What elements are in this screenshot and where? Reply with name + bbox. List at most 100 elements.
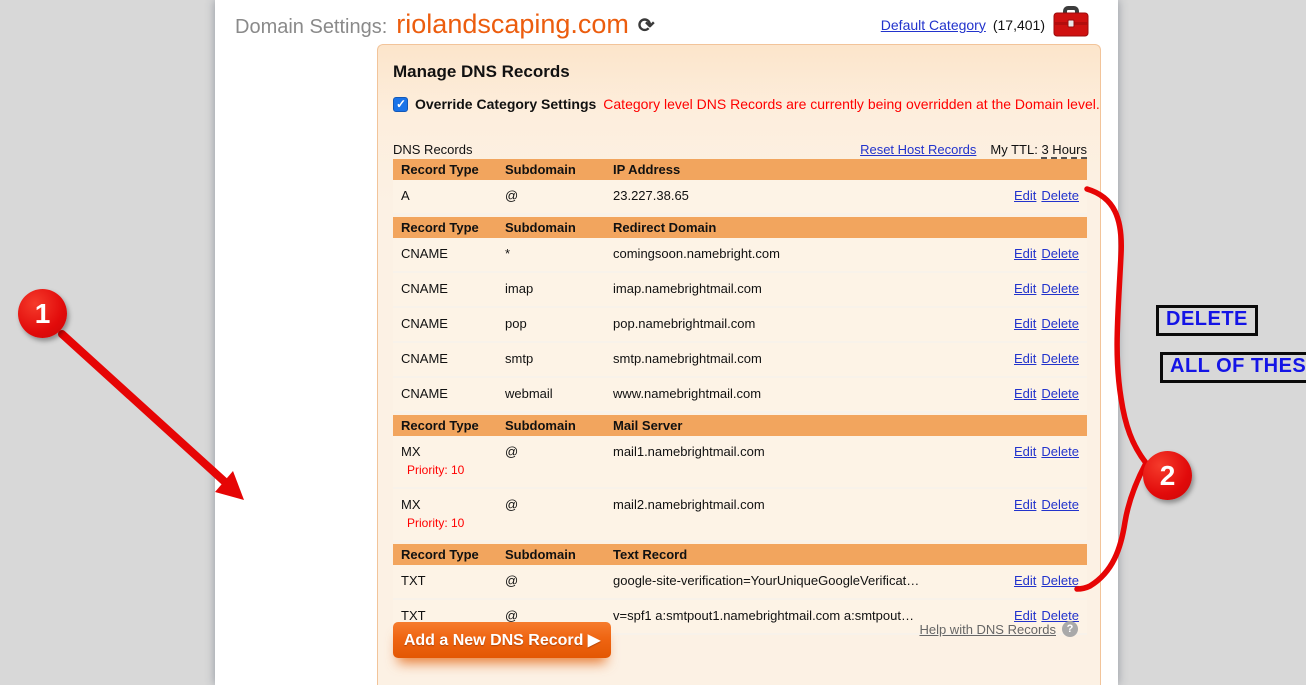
domain-name: riolandscaping.com [396,9,629,40]
edit-link[interactable]: Edit [1014,386,1036,401]
dns-records-label: DNS Records [393,142,472,157]
edit-link[interactable]: Edit [1014,188,1036,203]
record-subdomain: @ [505,444,613,459]
col-header-subdomain: Subdomain [505,547,613,562]
dns-record-row-txt: TXT @ google-site-verification=YourUniqu… [393,565,1087,600]
domain-header: Domain Settings: riolandscaping.com ⟳ De… [215,0,1118,44]
col-header-record-type: Record Type [393,162,505,177]
dns-records-table: Record Type Subdomain IP Address A @ 23.… [393,157,1087,635]
record-subdomain: imap [505,281,613,296]
record-type: CNAME [393,246,505,261]
default-category-link[interactable]: Default Category [881,17,986,33]
dns-record-row-mx: MXPriority: 10 @ mail1.namebrightmail.co… [393,436,1087,489]
annotation-delete-box: DELETE [1156,305,1258,336]
dns-record-row-cname: CNAME webmail www.namebrightmail.com Edi… [393,378,1087,413]
override-checkbox-label: Override Category Settings [415,96,596,112]
dns-record-row-mx: MXPriority: 10 @ mail2.namebrightmail.co… [393,489,1087,542]
edit-link[interactable]: Edit [1014,497,1036,512]
domain-header-left: Domain Settings: riolandscaping.com ⟳ [235,9,655,40]
record-value: 23.227.38.65 [613,188,1009,203]
record-type: TXT [393,608,505,623]
category-count: (17,401) [993,17,1045,33]
col-header-text-record: Text Record [613,547,1087,562]
edit-link[interactable]: Edit [1014,316,1036,331]
toolbox-icon[interactable] [1052,6,1090,43]
record-subdomain: @ [505,188,613,203]
record-value: mail1.namebrightmail.com [613,444,1009,459]
edit-link[interactable]: Edit [1014,351,1036,366]
ttl-group: My TTL: 3 Hours [990,142,1087,157]
delete-link[interactable]: Delete [1041,444,1079,459]
edit-link[interactable]: Edit [1014,281,1036,296]
record-type-group: MXPriority: 10 [393,444,505,477]
col-header-subdomain: Subdomain [505,418,613,433]
col-header-ip-address: IP Address [613,162,1087,177]
section-header-mail: Record Type Subdomain Mail Server [393,415,1087,436]
help-row: Help with DNS Records ? [919,621,1078,637]
delete-link[interactable]: Delete [1041,351,1079,366]
annotation-arrow-1 [62,334,225,482]
record-type: CNAME [393,316,505,331]
add-dns-record-button[interactable]: Add a New DNS Record ▶ [393,622,611,658]
col-header-subdomain: Subdomain [505,162,613,177]
col-header-redirect-domain: Redirect Domain [613,220,1087,235]
dns-record-row-cname: CNAME * comingsoon.namebright.com EditDe… [393,238,1087,273]
col-header-mail-server: Mail Server [613,418,1087,433]
record-value: google-site-verification=YourUniqueGoogl… [613,573,1009,588]
record-type: CNAME [393,281,505,296]
record-type: CNAME [393,351,505,366]
col-header-record-type: Record Type [393,220,505,235]
dns-record-row-cname: CNAME imap imap.namebrightmail.com Edit D… [393,273,1087,308]
dns-record-row-a: A @ 23.227.38.65 Edit Delete [393,180,1087,215]
record-subdomain: smtp [505,351,613,366]
record-value: pop.namebrightmail.com [613,316,1009,331]
override-category-checkbox[interactable] [393,97,408,112]
record-value: comingsoon.namebright.com [613,246,1009,261]
annotation-step-2: 2 [1143,451,1192,500]
record-value: imap.namebrightmail.com [613,281,1009,296]
dns-record-row-cname: CNAME smtp smtp.namebrightmail.com Edit D… [393,343,1087,378]
delete-link[interactable]: Delete [1041,573,1079,588]
delete-link[interactable]: Delete [1041,188,1079,203]
edit-link[interactable]: Edit [1014,444,1036,459]
delete-link[interactable]: Delete [1041,316,1079,331]
reset-host-records-link[interactable]: Reset Host Records [860,142,976,157]
record-value: smtp.namebrightmail.com [613,351,1009,366]
col-header-subdomain: Subdomain [505,220,613,235]
record-priority: Priority: 10 [401,459,505,477]
section-header-ip: Record Type Subdomain IP Address [393,159,1087,180]
record-value: www.namebrightmail.com [613,386,1009,401]
delete-link[interactable]: Delete [1041,386,1079,401]
col-header-record-type: Record Type [393,547,505,562]
annotation-all-of-these-box: ALL OF THESE [1160,352,1306,383]
record-subdomain: @ [505,497,613,512]
override-row: Override Category Settings Category leve… [393,96,1100,112]
record-type: A [393,188,505,203]
record-priority: Priority: 10 [401,512,505,530]
page-title: Domain Settings: [235,16,387,39]
delete-link[interactable]: Delete [1041,281,1079,296]
record-subdomain: @ [505,608,613,623]
delete-link[interactable]: Delete [1041,497,1079,512]
ttl-label: My TTL: [990,142,1037,157]
refresh-icon[interactable]: ⟳ [638,13,655,38]
dns-record-row-cname: CNAME pop pop.namebrightmail.com Edit Del… [393,308,1087,343]
manage-dns-panel: Manage DNS Records Override Category Set… [377,44,1101,685]
section-header-redirect: Record Type Subdomain Redirect Domain [393,217,1087,238]
record-type: MX [401,444,421,459]
override-warning-text: Category level DNS Records are currently… [603,96,1099,112]
record-type: TXT [393,573,505,588]
delete-link[interactable]: Delete [1041,246,1079,261]
page: Domain Settings: riolandscaping.com ⟳ De… [0,0,1306,685]
record-subdomain: pop [505,316,613,331]
help-dns-records-link[interactable]: Help with DNS Records [919,622,1056,637]
edit-link[interactable]: Edit [1014,573,1036,588]
col-header-record-type: Record Type [393,418,505,433]
help-question-icon[interactable]: ? [1062,621,1078,637]
edit-link[interactable]: Edit [1014,246,1036,261]
domain-header-right: Default Category (17,401) [881,6,1090,43]
record-value: mail2.namebrightmail.com [613,497,1009,512]
annotation-step-1: 1 [18,289,67,338]
record-subdomain: @ [505,573,613,588]
section-header-text: Record Type Subdomain Text Record [393,544,1087,565]
